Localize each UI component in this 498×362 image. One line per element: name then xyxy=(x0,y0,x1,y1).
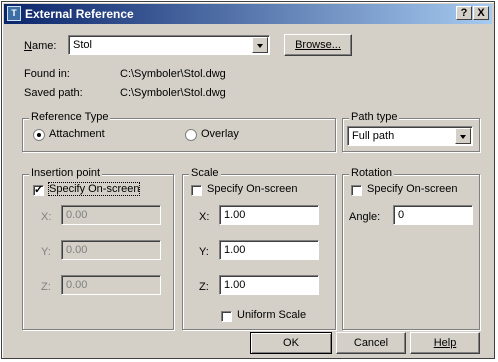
reference-type-group: Reference Type Attachment Overlay xyxy=(22,111,336,152)
rotation-group: Rotation Specify On-screen Angle: 0 xyxy=(342,167,480,330)
insertion-point-group: Insertion point Specify On-screen X: 0.0… xyxy=(22,167,174,330)
path-type-value: Full path xyxy=(352,130,395,142)
overlay-label[interactable]: Overlay xyxy=(201,128,239,140)
insertion-x-label: X: xyxy=(41,211,52,223)
browse-button[interactable]: Browse... xyxy=(284,34,352,56)
scale-legend: Scale xyxy=(189,167,221,179)
insertion-specify-label[interactable]: Specify On-screen xyxy=(47,182,141,196)
title-bar[interactable]: T External Reference ? X xyxy=(4,4,492,24)
attachment-radio[interactable] xyxy=(33,129,45,141)
scale-x-label: X: xyxy=(199,211,210,223)
found-in-value: C:\Symboler\Stol.dwg xyxy=(120,68,226,80)
attachment-label[interactable]: Attachment xyxy=(49,128,105,140)
scale-y-input[interactable]: 1.00 xyxy=(219,240,319,260)
uniform-scale-label[interactable]: Uniform Scale xyxy=(237,309,306,321)
scale-group: Scale Specify On-screen X: 1.00 Y: 1.00 … xyxy=(182,167,336,330)
name-dropdown[interactable]: Stol xyxy=(68,35,270,55)
help-button[interactable]: Help xyxy=(410,332,480,354)
chevron-down-icon[interactable] xyxy=(252,37,268,53)
scale-x-input[interactable]: 1.00 xyxy=(219,205,319,225)
scale-z-label: Z: xyxy=(199,281,209,293)
help-label: Help xyxy=(433,337,457,349)
scale-z-input[interactable]: 1.00 xyxy=(219,275,319,295)
path-type-group: Path type Full path xyxy=(342,111,480,152)
insertion-z-label: Z: xyxy=(41,281,51,293)
name-label: Name: xyxy=(24,40,57,52)
insertion-z-input[interactable]: 0.00 xyxy=(61,275,161,295)
uniform-scale-checkbox[interactable] xyxy=(221,311,232,322)
insertion-specify-checkbox[interactable] xyxy=(33,183,44,196)
scale-specify-label[interactable]: Specify On-screen xyxy=(207,183,297,195)
cancel-button[interactable]: Cancel xyxy=(336,332,406,354)
angle-label: Angle: xyxy=(349,211,381,223)
overlay-radio[interactable] xyxy=(185,129,197,141)
saved-path-label: Saved path: xyxy=(24,87,83,99)
autocad-app-icon: T xyxy=(7,6,21,21)
scale-y-label: Y: xyxy=(199,246,209,258)
browse-label: Browse... xyxy=(295,39,341,51)
chevron-down-icon[interactable] xyxy=(455,128,471,144)
window-title: External Reference xyxy=(25,7,134,21)
angle-input[interactable]: 0 xyxy=(393,205,473,225)
insertion-y-label: Y: xyxy=(41,246,51,258)
saved-path-value: C:\Symboler\Stol.dwg xyxy=(120,87,226,99)
rotation-specify-label[interactable]: Specify On-screen xyxy=(367,183,457,195)
external-reference-dialog: T External Reference ? X Name: Stol Brow… xyxy=(1,1,495,359)
help-title-button[interactable]: ? xyxy=(456,6,472,20)
ok-button[interactable]: OK xyxy=(250,332,332,354)
name-value: Stol xyxy=(73,39,92,51)
insertion-point-legend: Insertion point xyxy=(29,167,103,179)
close-button[interactable]: X xyxy=(473,6,489,20)
insertion-x-input[interactable]: 0.00 xyxy=(61,205,161,225)
insertion-y-input[interactable]: 0.00 xyxy=(61,240,161,260)
path-type-legend: Path type xyxy=(349,111,400,123)
scale-specify-checkbox[interactable] xyxy=(191,185,202,196)
rotation-specify-checkbox[interactable] xyxy=(351,185,362,196)
reference-type-legend: Reference Type xyxy=(29,111,111,123)
rotation-legend: Rotation xyxy=(349,167,394,179)
path-type-select[interactable]: Full path xyxy=(347,126,473,146)
found-in-label: Found in: xyxy=(24,68,70,80)
